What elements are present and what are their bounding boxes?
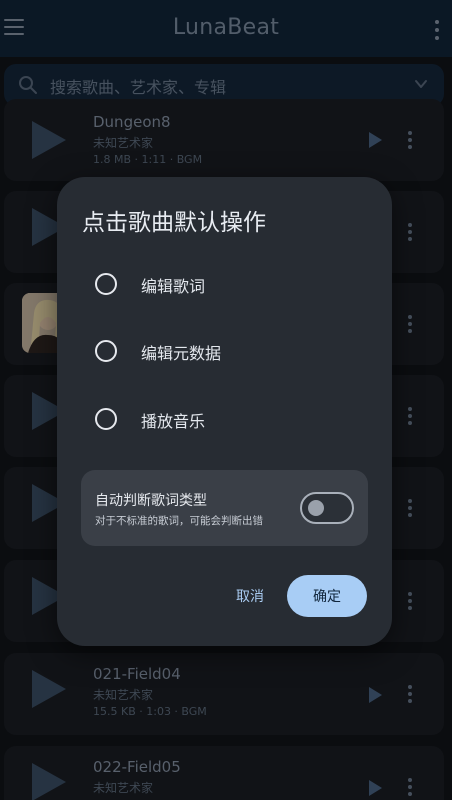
auto-detect-card[interactable]: 自动判断歌词类型 对于不标准的歌词，可能会判断出错 — [81, 470, 368, 546]
toggle-knob — [308, 500, 324, 516]
app-root: LunaBeat 搜索歌曲、艺术家、专辑 Dungeon8 未知艺术家 1.8 … — [0, 0, 452, 800]
radio-button[interactable] — [95, 273, 117, 295]
option-label: 编辑元数据 — [141, 344, 222, 363]
radio-button[interactable] — [95, 340, 117, 362]
auto-detect-title: 自动判断歌词类型 — [95, 493, 207, 509]
dialog-title: 点击歌曲默认操作 — [82, 210, 266, 236]
default-action-dialog: 点击歌曲默认操作 编辑歌词 编辑元数据 播放音乐 自动判断歌词类型 对于不标准的… — [57, 177, 392, 646]
option-edit-lyrics[interactable]: 编辑歌词 — [82, 265, 372, 305]
ok-button[interactable]: 确定 — [287, 575, 367, 617]
auto-detect-subtitle: 对于不标准的歌词，可能会判断出错 — [95, 515, 263, 527]
radio-button[interactable] — [95, 408, 117, 430]
option-label: 编辑歌词 — [141, 277, 206, 296]
auto-detect-toggle[interactable] — [300, 492, 354, 524]
option-play-music[interactable]: 播放音乐 — [82, 400, 372, 440]
option-label: 播放音乐 — [141, 412, 206, 431]
option-edit-metadata[interactable]: 编辑元数据 — [82, 332, 372, 372]
cancel-button[interactable]: 取消 — [225, 575, 275, 617]
